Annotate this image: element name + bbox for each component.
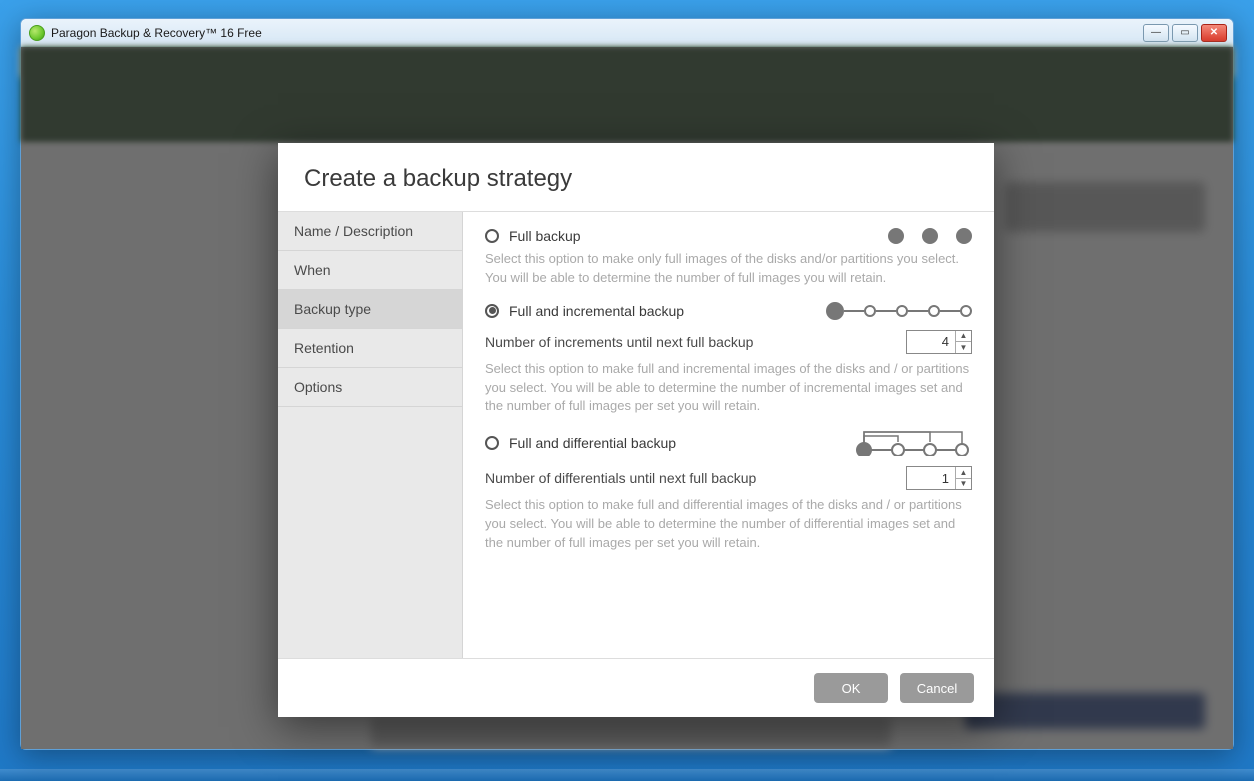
- dot-icon: [956, 228, 972, 244]
- differential-up-button[interactable]: ▲: [956, 467, 971, 479]
- dot-icon: [928, 305, 940, 317]
- dialog-title: Create a backup strategy: [278, 143, 994, 211]
- option-differential-backup: Full and differential backup: [485, 430, 972, 553]
- incremental-diagram: [826, 302, 972, 320]
- radio-icon: [485, 304, 499, 318]
- minimize-icon: —: [1151, 27, 1161, 38]
- close-icon: ✕: [1210, 27, 1218, 38]
- differential-diagram: [852, 430, 972, 456]
- differentials-input[interactable]: [907, 467, 955, 489]
- dot-icon: [896, 305, 908, 317]
- increments-spinner[interactable]: ▲ ▼: [906, 330, 972, 354]
- window-title: Paragon Backup & Recovery™ 16 Free: [51, 26, 262, 40]
- radio-icon: [485, 436, 499, 450]
- dialog-sidebar: Name / Description When Backup type Rete…: [278, 212, 463, 658]
- differential-down-button[interactable]: ▼: [956, 479, 971, 490]
- radio-full-backup[interactable]: Full backup: [485, 228, 581, 244]
- dot-icon: [960, 305, 972, 317]
- increment-down-button[interactable]: ▼: [956, 342, 971, 353]
- dialog-body: Name / Description When Backup type Rete…: [278, 211, 994, 659]
- radio-icon: [485, 229, 499, 243]
- sidebar-item-options[interactable]: Options: [278, 368, 462, 407]
- titlebar: Paragon Backup & Recovery™ 16 Free — ▭ ✕: [21, 19, 1233, 47]
- dot-icon: [826, 302, 844, 320]
- app-area: Create a backup strategy Name / Descript…: [21, 47, 1233, 749]
- dialog-footer: OK Cancel: [278, 659, 994, 717]
- app-icon: [29, 25, 45, 41]
- close-button[interactable]: ✕: [1201, 24, 1227, 42]
- radio-label: Full backup: [509, 228, 581, 244]
- radio-differential-backup[interactable]: Full and differential backup: [485, 435, 676, 451]
- differential-description: Select this option to make full and diff…: [485, 496, 972, 553]
- dot-icon: [864, 305, 876, 317]
- differentials-count-label: Number of differentials until next full …: [485, 470, 756, 486]
- ok-button[interactable]: OK: [814, 673, 888, 703]
- backup-strategy-dialog: Create a backup strategy Name / Descript…: [278, 143, 994, 717]
- option-full-backup: Full backup Select this option to make o…: [485, 228, 972, 288]
- maximize-icon: ▭: [1180, 27, 1189, 38]
- sidebar-item-when[interactable]: When: [278, 251, 462, 290]
- app-window: Paragon Backup & Recovery™ 16 Free — ▭ ✕…: [20, 18, 1234, 750]
- sidebar-item-retention[interactable]: Retention: [278, 329, 462, 368]
- taskbar: [0, 769, 1254, 781]
- dot-icon: [922, 228, 938, 244]
- titlebar-left: Paragon Backup & Recovery™ 16 Free: [29, 25, 262, 41]
- sidebar-item-backup-type[interactable]: Backup type: [278, 290, 462, 329]
- radio-incremental-backup[interactable]: Full and incremental backup: [485, 303, 684, 319]
- dialog-content: Full backup Select this option to make o…: [463, 212, 994, 658]
- increments-input[interactable]: [907, 331, 955, 353]
- dot-icon: [888, 228, 904, 244]
- increment-up-button[interactable]: ▲: [956, 331, 971, 343]
- full-backup-description: Select this option to make only full ima…: [485, 250, 972, 288]
- differentials-spinner[interactable]: ▲ ▼: [906, 466, 972, 490]
- increments-count-label: Number of increments until next full bac…: [485, 334, 753, 350]
- incremental-description: Select this option to make full and incr…: [485, 360, 972, 417]
- maximize-button[interactable]: ▭: [1172, 24, 1198, 42]
- option-incremental-backup: Full and incremental backup: [485, 302, 972, 417]
- window-controls: — ▭ ✕: [1143, 24, 1227, 42]
- full-backup-diagram: [888, 228, 972, 244]
- radio-label: Full and differential backup: [509, 435, 676, 451]
- minimize-button[interactable]: —: [1143, 24, 1169, 42]
- radio-label: Full and incremental backup: [509, 303, 684, 319]
- cancel-button[interactable]: Cancel: [900, 673, 974, 703]
- sidebar-item-name-description[interactable]: Name / Description: [278, 212, 462, 251]
